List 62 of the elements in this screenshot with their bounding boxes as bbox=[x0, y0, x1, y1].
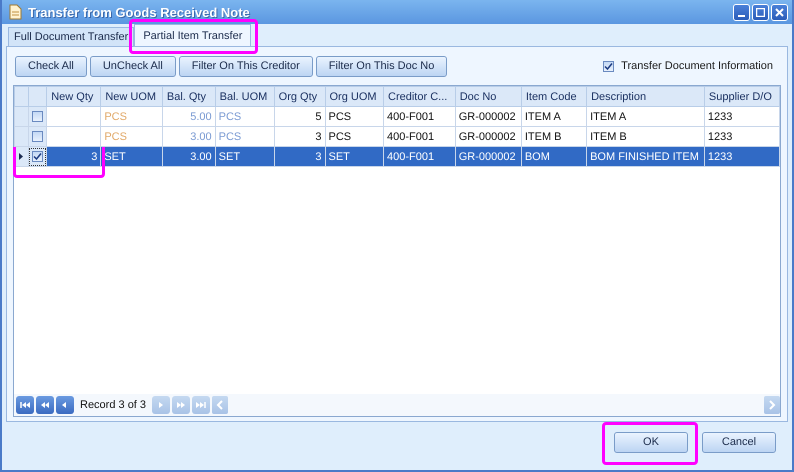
next-page-icon bbox=[175, 400, 188, 410]
table-cell: 5.00 bbox=[162, 106, 216, 126]
table-cell: GR-000002 bbox=[455, 106, 522, 126]
previous-page-button[interactable] bbox=[36, 396, 54, 414]
table-cell: BOM bbox=[521, 146, 587, 166]
close-button[interactable] bbox=[771, 4, 788, 20]
column-header[interactable]: Bal. UOM bbox=[215, 86, 274, 106]
column-header[interactable]: Item Code bbox=[521, 86, 587, 106]
table-cell: GR-000002 bbox=[455, 146, 522, 166]
table-cell: 1233 bbox=[704, 146, 780, 166]
checkbox[interactable] bbox=[32, 151, 44, 162]
table-cell: SET bbox=[325, 146, 384, 166]
ok-button[interactable]: OK bbox=[614, 432, 688, 452]
document-icon bbox=[8, 4, 22, 20]
table-cell: BOM FINISHED ITEM bbox=[586, 146, 704, 166]
checkbox[interactable] bbox=[603, 60, 614, 72]
table-cell: 3 bbox=[46, 146, 101, 166]
column-header[interactable]: New Qty bbox=[46, 86, 101, 106]
first-record-button[interactable] bbox=[16, 396, 34, 414]
checkbox[interactable] bbox=[32, 111, 44, 122]
minimize-icon bbox=[738, 14, 745, 16]
maximize-icon bbox=[756, 8, 765, 16]
window-title: Transfer from Goods Received Note bbox=[28, 4, 251, 20]
toolbar-button[interactable]: Filter On This Doc No bbox=[316, 56, 448, 76]
table-cell: 1233 bbox=[704, 106, 780, 126]
table-cell: PCS bbox=[325, 106, 384, 126]
chevron-right-icon bbox=[768, 400, 776, 410]
column-header[interactable]: Bal. Qty bbox=[162, 86, 216, 106]
table-cell: 3.00 bbox=[162, 146, 216, 166]
checkbox-label: Transfer Document Information bbox=[621, 60, 773, 72]
table-cell: ITEM A bbox=[521, 106, 587, 126]
column-header[interactable]: Supplier D/O bbox=[704, 86, 780, 106]
checkbox[interactable] bbox=[32, 131, 44, 142]
column-header[interactable]: Doc No bbox=[455, 86, 522, 106]
maximize-button[interactable] bbox=[752, 4, 769, 20]
column-header[interactable]: New UOM bbox=[100, 86, 162, 106]
column-header[interactable]: Creditor C... bbox=[384, 86, 456, 106]
table-cell: 400-F001 bbox=[384, 106, 456, 126]
table-cell: 400-F001 bbox=[384, 146, 456, 166]
toolbar-button[interactable]: Filter On This Creditor bbox=[178, 56, 313, 76]
toolbar-button[interactable]: Check All bbox=[15, 56, 87, 76]
table-cell: ITEM A bbox=[586, 106, 704, 126]
first-record-icon bbox=[19, 400, 31, 410]
close-icon bbox=[775, 8, 784, 16]
record-counter: Record 3 of 3 bbox=[79, 399, 148, 411]
minimize-button[interactable] bbox=[733, 4, 750, 20]
column-header[interactable]: Org UOM bbox=[325, 86, 384, 106]
column-header[interactable]: Description bbox=[586, 86, 704, 106]
toolbar-button[interactable]: UnCheck All bbox=[90, 56, 176, 76]
table-cell: PCS bbox=[100, 106, 162, 126]
previous-page-icon bbox=[39, 400, 51, 410]
column-header[interactable]: Org Qty bbox=[274, 86, 325, 106]
tab[interactable]: Partial Item Transfer bbox=[134, 24, 252, 46]
table-cell: SET bbox=[215, 146, 274, 166]
table-cell: 3 bbox=[274, 146, 325, 166]
previous-record-button[interactable] bbox=[56, 396, 74, 414]
last-record-icon bbox=[195, 400, 208, 410]
cancel-button[interactable]: Cancel bbox=[702, 432, 776, 452]
table-cell: PCS bbox=[215, 106, 274, 126]
table-cell: 5 bbox=[274, 106, 325, 126]
chevron-left-icon bbox=[216, 400, 224, 410]
tab[interactable]: Full Document Transfer bbox=[8, 27, 134, 46]
